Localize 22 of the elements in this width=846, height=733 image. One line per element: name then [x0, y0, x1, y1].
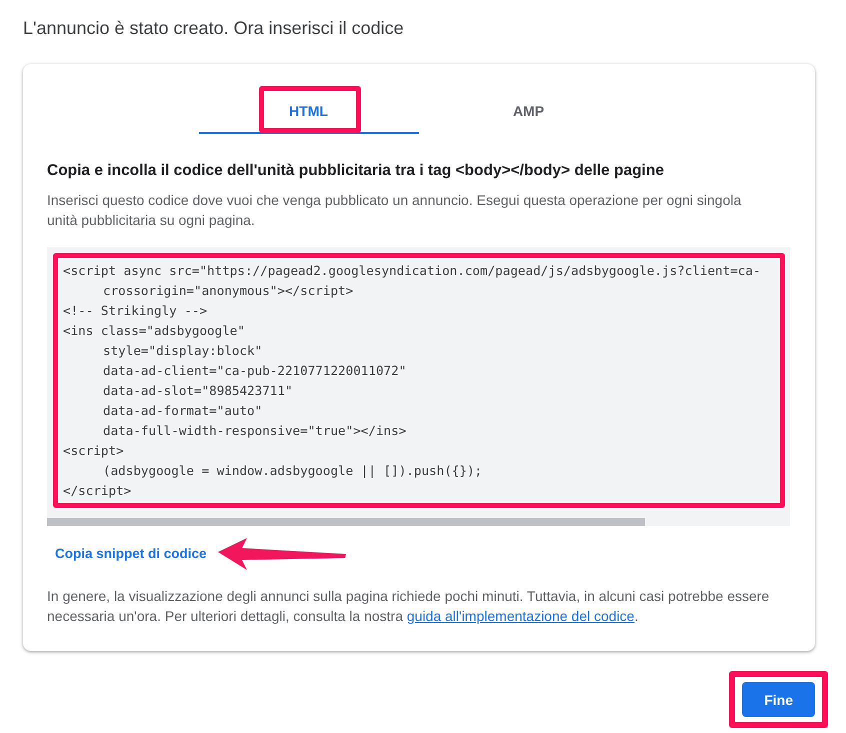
code-line: data-full-width-responsive="true"></ins>	[102, 422, 406, 440]
page-title: L'annuncio è stato creato. Ora inserisci il codice	[23, 17, 405, 39]
horizontal-scrollbar[interactable]	[47, 518, 645, 526]
info-text: In genere, la visualizzazione degli annunci sulla pagina richiede pochi minuti. Tuttavia, in alcuni casi potrebbe essere necessaria un'ora. Per ulteriori dettagli, consulta la nostra guida all'implementazione del codice.	[47, 587, 770, 626]
code-line: style="display:block"	[102, 342, 262, 360]
description-text: Inserisci questo codice dove vuoi che venga pubblicato un annuncio. Esegui questa operazione per ogni singola unità pubblicitaria su ogni pagina.	[47, 191, 742, 230]
tab[interactable]: HTML	[198, 86, 418, 134]
code-line: (adsbygoogle = window.adsbygoogle || []).push({});	[102, 462, 482, 480]
guide-link[interactable]: guida all'implementazione del codice	[406, 608, 634, 624]
code-line: <script>	[63, 442, 124, 460]
section-heading: Copia e incolla il codice dell'unità pubblicitaria tra i tag <body></body> delle pagine	[47, 162, 665, 180]
copy-snippet-link[interactable]: Copia snippet di codice	[47, 544, 215, 564]
code-line: data-ad-slot="8985423711"	[102, 382, 293, 400]
code-line: <!-- Strikingly -->	[63, 302, 208, 320]
done-button[interactable]: Fine	[742, 682, 815, 717]
code-line: data-ad-format="auto"	[102, 402, 262, 420]
code-line: <ins class="adsbygoogle"	[63, 322, 245, 340]
code-line: crossorigin="anonymous"></script>	[102, 282, 354, 300]
code-line: <script async src="https://pagead2.googlesyndication.com/pagead/js/adsbygoogle.js?client=ca-	[63, 262, 761, 280]
code-line: data-ad-client="ca-pub-2210771220011072"	[102, 362, 406, 380]
tab[interactable]: AMP	[418, 86, 638, 134]
code-line: </script>	[63, 482, 132, 500]
